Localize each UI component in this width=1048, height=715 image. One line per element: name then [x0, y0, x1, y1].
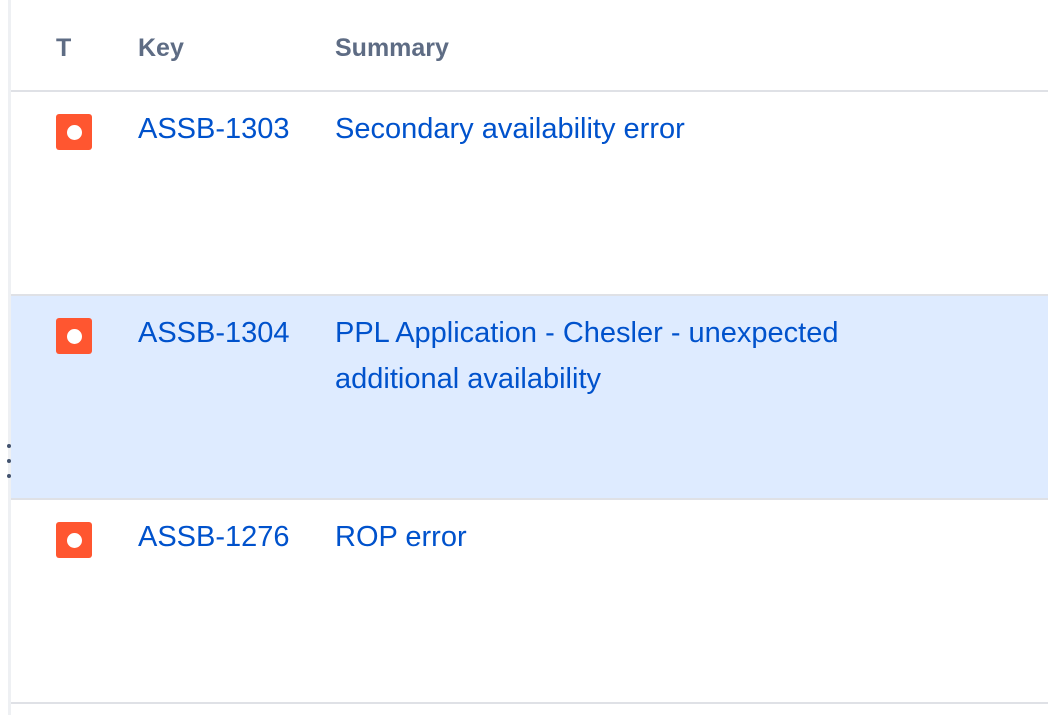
issue-summary-link[interactable]: PPL Application - Chesler - unexpected a…	[335, 310, 915, 402]
issue-summary-link[interactable]: Secondary availability error	[335, 106, 915, 152]
table-row[interactable]: ASSB-1304 PPL Application - Chesler - un…	[7, 296, 1048, 500]
issue-key-link[interactable]: ASSB-1303	[138, 113, 290, 146]
issue-summary-link[interactable]: ROP error	[335, 514, 915, 560]
drag-handle-icon[interactable]	[5, 444, 13, 478]
table-row[interactable]: ASSB-1303 Secondary availability error	[11, 92, 1048, 296]
issue-list-panel: T Key Summary ASSB-1303 Secondary availa…	[0, 0, 1048, 715]
bug-icon	[56, 114, 92, 150]
column-header-summary[interactable]: Summary	[335, 34, 449, 63]
column-header-key[interactable]: Key	[138, 34, 184, 63]
bug-icon	[56, 522, 92, 558]
column-header-type[interactable]: T	[56, 34, 71, 63]
issue-table: T Key Summary ASSB-1303 Secondary availa…	[7, 0, 1048, 704]
bug-icon	[56, 318, 92, 354]
issue-key-link[interactable]: ASSB-1276	[138, 521, 290, 554]
issue-key-link[interactable]: ASSB-1304	[138, 317, 290, 350]
table-header: T Key Summary	[11, 0, 1048, 92]
table-row[interactable]: ASSB-1276 ROP error	[11, 500, 1048, 704]
